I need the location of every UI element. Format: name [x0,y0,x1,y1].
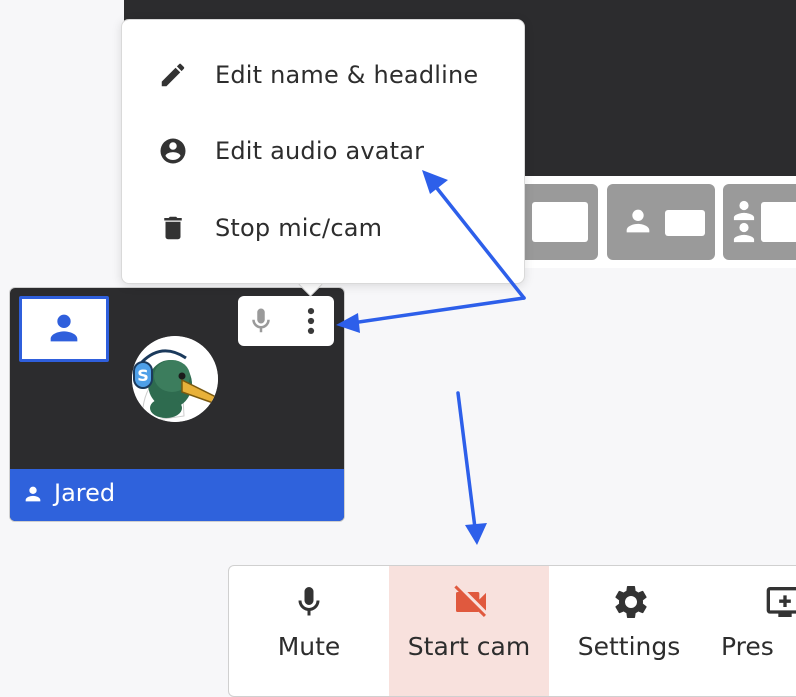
svg-text:S: S [137,366,149,385]
meeting-toolbar: Mute Start cam Settings Pres [228,565,796,697]
pencil-icon [161,63,185,87]
start-cam-button-label: Start cam [407,632,531,661]
participant-video-placeholder [19,296,109,362]
present-button-label: Pres [721,632,774,661]
annotation-arrow [456,391,477,530]
menu-item-edit-name[interactable]: Edit name & headline [122,44,524,106]
microphone-icon [298,587,320,616]
annotation-arrow [350,296,526,325]
start-cam-button[interactable]: Start cam [389,566,549,696]
participant-name: Jared [54,479,116,507]
participant-tile: S Jared [9,287,345,522]
thumbnail-tile[interactable] [723,184,796,260]
annotation-arrowhead [465,523,487,545]
mute-button-label: Mute [277,632,341,661]
person-icon [50,314,78,342]
menu-item-label: Stop mic/cam [215,214,383,242]
trash-icon [164,216,182,240]
tile-controls [238,296,334,346]
present-screen-icon [766,587,796,617]
settings-button-label: Settings [577,632,681,661]
account-circle-icon [160,138,186,164]
menu-item-label: Edit audio avatar [215,137,425,165]
participant-name-bar: Jared [10,469,344,521]
menu-item-label: Edit name & headline [215,61,479,89]
microphone-icon[interactable] [246,304,276,338]
camera-off-icon [454,585,486,617]
gear-icon [615,585,647,618]
menu-item-stop-mic-cam[interactable]: Stop mic/cam [122,197,524,259]
thumbnail-tile[interactable] [607,184,715,260]
settings-button[interactable]: Settings [549,566,709,696]
participant-context-menu: Edit name & headline Edit audio avatar S… [121,19,525,284]
more-options-icon[interactable] [304,304,318,338]
person-icon [626,209,650,233]
present-button[interactable]: Pres [709,566,796,696]
menu-item-edit-audio-avatar[interactable]: Edit audio avatar [122,120,524,182]
people-icon [733,200,755,243]
person-icon [25,486,41,502]
duck-avatar-icon: S [132,336,218,422]
mute-button[interactable]: Mute [229,566,389,696]
